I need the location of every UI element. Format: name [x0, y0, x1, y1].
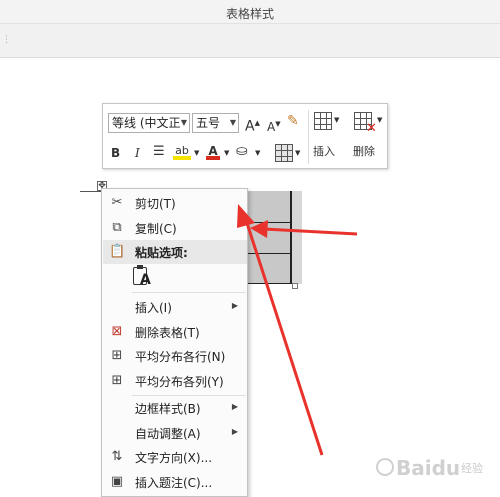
submenu-arrow-icon: ▶: [231, 402, 238, 411]
font-name-select[interactable]: 等线 (中文正 ▼: [108, 113, 190, 133]
menu-item-label: 插入(I): [135, 301, 172, 315]
italic-button[interactable]: I: [135, 146, 140, 160]
bold-button[interactable]: B: [111, 146, 120, 160]
copy-icon: ⧉: [112, 220, 122, 235]
table-resize-handle[interactable]: [292, 283, 298, 289]
scissors-icon: ✂: [111, 195, 123, 210]
chevron-down-icon[interactable]: ▼: [295, 146, 300, 160]
grow-font-icon[interactable]: A▲: [245, 116, 260, 134]
menu-item-text-direction[interactable]: ⇅ 文字方向(X)...: [103, 445, 247, 469]
word-window: 表格样式 ⋮ ✥ 等线 (中文正 ▼ 五号 ▼ A▲ A▼ ✎ B I ☰ ab…: [0, 0, 500, 497]
font-color-icon[interactable]: A: [206, 144, 220, 160]
text-direction-icon: ⇅: [111, 449, 123, 464]
chevron-down-icon[interactable]: ▼: [194, 146, 199, 160]
menu-item-label: 插入题注(C)...: [135, 476, 213, 490]
baidu-watermark: Baidu 经验: [376, 450, 494, 486]
paste-option-letter: A: [140, 272, 151, 288]
submenu-arrow-icon: ▶: [231, 301, 238, 310]
title-bar: 表格样式: [0, 0, 500, 24]
shrink-font-icon[interactable]: A▼: [267, 117, 281, 134]
selected-table[interactable]: [244, 191, 302, 284]
format-painter-icon[interactable]: ✎: [287, 114, 299, 128]
center-align-icon[interactable]: ☰: [153, 145, 165, 159]
menu-item-label: 平均分布各行(N): [135, 350, 226, 364]
ribbon-area: ⋮: [0, 24, 500, 58]
mini-toolbar: 等线 (中文正 ▼ 五号 ▼ A▲ A▼ ✎ B I ☰ ab ▼ A ▼ ⛀ …: [102, 103, 388, 169]
menu-item-delete-table[interactable]: ⊠ 删除表格(T): [103, 320, 247, 344]
borders-icon[interactable]: [275, 144, 293, 162]
chevron-down-icon[interactable]: ▼: [377, 113, 382, 127]
table-cell-column: [292, 191, 302, 284]
chevron-down-icon[interactable]: ▼: [334, 113, 339, 127]
distribute-rows-icon: ⊞: [111, 348, 123, 363]
baidu-paw-icon: [376, 458, 394, 476]
menu-item-insert-caption[interactable]: ▣ 插入题注(C)...: [103, 470, 247, 494]
distribute-columns-icon: ⊞: [111, 373, 123, 388]
watermark-brand: Baidu: [396, 456, 461, 480]
paste-keep-text-only-button[interactable]: A: [130, 265, 152, 289]
menu-item-label: 复制(C): [135, 222, 177, 236]
insert-table-icon[interactable]: [314, 112, 332, 130]
chevron-down-icon[interactable]: ▼: [224, 146, 229, 160]
toolbar-separator: [308, 110, 309, 164]
shading-icon[interactable]: ⛀: [236, 144, 248, 158]
submenu-arrow-icon: ▶: [231, 427, 238, 436]
menu-item-border-styles[interactable]: 边框样式(B) ▶: [103, 396, 247, 420]
ribbon-grip-icon: ⋮: [2, 35, 11, 45]
context-menu: ✂ 剪切(T) ⧉ 复制(C) 📋 粘贴选项: 插入(I) ▶ ⊠ 删除表格(T…: [101, 188, 248, 497]
menu-item-label: 自动调整(A): [135, 427, 201, 441]
menu-item-label: 平均分布各列(Y): [135, 375, 224, 389]
menu-item-label: 粘贴选项:: [135, 246, 188, 260]
font-size-select[interactable]: 五号 ▼: [192, 113, 239, 133]
menu-item-insert[interactable]: 插入(I) ▶: [103, 295, 247, 319]
insert-button[interactable]: 插入: [313, 143, 335, 159]
menu-item-distribute-columns[interactable]: ⊞ 平均分布各列(Y): [103, 369, 247, 393]
watermark-sub: 经验: [461, 462, 483, 475]
window-title: 表格样式: [225, 7, 274, 21]
chevron-down-icon[interactable]: ▼: [255, 146, 260, 160]
chevron-down-icon: ▼: [229, 118, 236, 127]
menu-item-copy[interactable]: ⧉ 复制(C): [103, 216, 247, 240]
font-size-value: 五号: [196, 116, 221, 130]
menu-item-distribute-rows[interactable]: ⊞ 平均分布各行(N): [103, 344, 247, 368]
menu-item-label: 剪切(T): [135, 197, 176, 211]
chevron-down-icon: ▼: [180, 118, 187, 127]
table-column-border: [290, 191, 292, 284]
menu-item-cut[interactable]: ✂ 剪切(T): [103, 191, 247, 215]
delete-x-icon: ✕: [366, 121, 377, 136]
delete-table-icon: ⊠: [111, 324, 123, 339]
table-row-border: [244, 253, 292, 254]
font-name-value: 等线 (中文正: [112, 116, 181, 130]
insert-caption-icon: ▣: [110, 474, 124, 489]
menu-item-paste-options: 📋 粘贴选项:: [103, 240, 247, 264]
menu-item-label: 文字方向(X)...: [135, 451, 213, 465]
menu-separator: [132, 292, 246, 293]
table-row-border: [244, 222, 292, 223]
delete-button[interactable]: 删除: [353, 143, 375, 159]
table-row-border: [244, 283, 292, 284]
menu-item-label: 删除表格(T): [135, 326, 200, 340]
menu-item-label: 边框样式(B): [135, 402, 201, 416]
clipboard-clip: [137, 265, 143, 269]
menu-item-autofit[interactable]: 自动调整(A) ▶: [103, 421, 247, 445]
highlight-color-icon[interactable]: ab: [173, 144, 191, 160]
paste-icon: 📋: [109, 244, 126, 259]
